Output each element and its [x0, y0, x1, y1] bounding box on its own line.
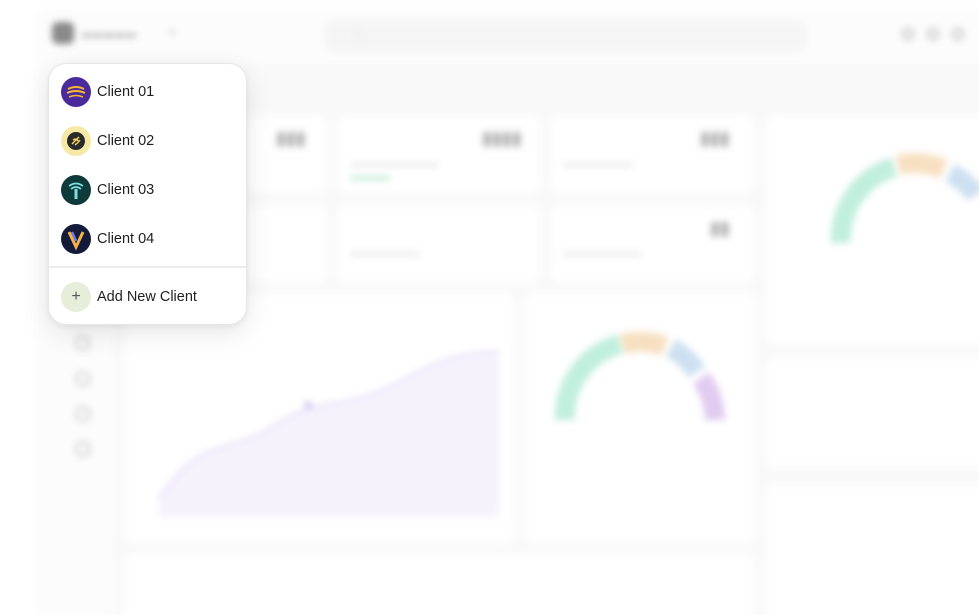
- client-04-logo-icon: [61, 224, 91, 254]
- bell-icon: [927, 28, 939, 40]
- client-02-logo-icon: [61, 126, 91, 156]
- chevron-updown-icon: ⇕: [168, 28, 177, 39]
- client-01-logo-icon: [61, 77, 91, 107]
- stat-caption-blurred: [350, 163, 438, 167]
- stat-caption-blurred: [563, 163, 633, 167]
- menu-divider: [49, 266, 246, 268]
- stat-card: [245, 115, 327, 193]
- subscribers-card: [124, 554, 754, 615]
- stat-card: [338, 115, 541, 193]
- client-label: Client 01: [97, 84, 155, 100]
- campaign-gauge-blurred: [830, 153, 979, 244]
- stat-card: [338, 205, 541, 283]
- gauge-chart-blurred: [554, 331, 725, 421]
- stat-caption-blurred: [563, 252, 641, 256]
- client-menu-item-02[interactable]: Client 02: [61, 121, 237, 161]
- area-chart-blurred: [158, 351, 500, 517]
- plus-icon: +: [61, 282, 91, 312]
- sidebar-icon: [76, 442, 90, 456]
- stat-value-blurred: ▮▮▮▮: [482, 128, 522, 148]
- stat-value-blurred: ▮▮▮: [276, 128, 306, 148]
- client-label: Client 03: [97, 182, 155, 198]
- sidebar-icon: [76, 372, 90, 386]
- phone-icon: [902, 28, 914, 40]
- client-menu-item-04[interactable]: Client 04: [61, 219, 237, 259]
- brand-logo-icon: [52, 22, 74, 44]
- brand-name-blurred: ▬▬▬▬▬: [82, 29, 137, 40]
- stat-card: [245, 205, 327, 283]
- stat-card: [551, 205, 754, 283]
- add-new-client-button[interactable]: + Add New Client: [61, 277, 237, 317]
- stat-card: [551, 115, 754, 193]
- engagements-card: [766, 358, 979, 468]
- stat-value-blurred: ▮▮▮: [700, 128, 730, 148]
- add-new-client-label: Add New Client: [97, 289, 197, 305]
- sidebar-icon: [76, 336, 90, 350]
- client-menu-item-01[interactable]: Client 01: [61, 72, 237, 112]
- campaigns-card: [766, 115, 979, 345]
- client-03-logo-icon: [61, 175, 91, 205]
- search-icon: ⌕: [355, 29, 361, 40]
- stat-caption-blurred: [350, 252, 420, 256]
- client-menu-item-03[interactable]: Client 03: [61, 170, 237, 210]
- sidebar-icon: [76, 407, 90, 421]
- search-bar: [325, 20, 807, 52]
- client-label: Client 04: [97, 231, 155, 247]
- revenue-card: [766, 484, 979, 615]
- client-switcher-dropdown: Client 01 Client 02 Client 03 Client 04 …: [48, 63, 247, 325]
- gauge-card: [525, 292, 755, 544]
- stat-value-blurred: ▮▮: [710, 218, 730, 238]
- settings-icon: [952, 28, 964, 40]
- client-label: Client 02: [97, 133, 155, 149]
- stat-change-blurred: [350, 176, 390, 180]
- chart-card: [124, 292, 514, 544]
